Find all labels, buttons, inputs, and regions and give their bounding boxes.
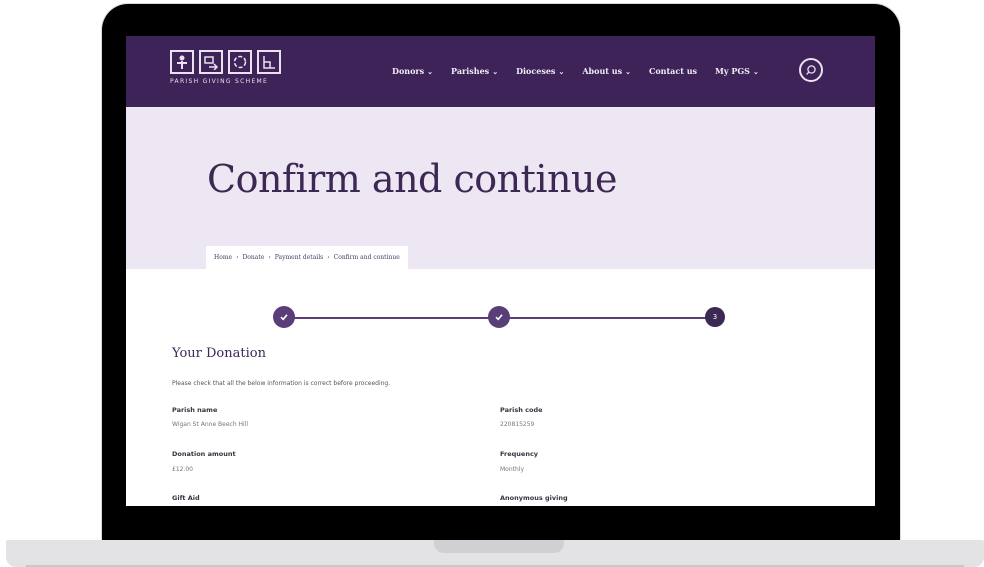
check-icon bbox=[495, 314, 503, 321]
page-hero: Confirm and continue Home › Donate › Pay… bbox=[126, 107, 875, 269]
chevron-down-icon: ⌄ bbox=[558, 66, 565, 76]
step-3-current: 3 bbox=[705, 307, 725, 327]
step-2-complete bbox=[488, 306, 510, 328]
nav-parishes[interactable]: Parishes ⌄ bbox=[451, 66, 498, 76]
laptop-base bbox=[6, 540, 984, 567]
chevron-down-icon: ⌄ bbox=[492, 66, 499, 76]
site-header: PARISH GIVING SCHEME Donors ⌄ Parishes ⌄ D… bbox=[126, 36, 875, 107]
donation-amount-label: Donation amount bbox=[172, 450, 236, 458]
frequency-value: Monthly bbox=[500, 466, 525, 473]
breadcrumb: Home › Donate › Payment details › Confir… bbox=[206, 246, 408, 269]
breadcrumb-separator: › bbox=[236, 254, 239, 261]
browser-screen: PARISH GIVING SCHEME Donors ⌄ Parishes ⌄ D… bbox=[126, 36, 875, 506]
logo-building-icon bbox=[257, 50, 281, 74]
logo-mark bbox=[170, 50, 300, 74]
progress-stepper: 3 bbox=[273, 306, 726, 330]
donation-heading: Your Donation bbox=[172, 346, 266, 361]
step-1-complete bbox=[273, 306, 295, 328]
nav-my-pgs[interactable]: My PGS ⌄ bbox=[715, 66, 759, 76]
page-title: Confirm and continue bbox=[207, 157, 617, 201]
check-icon bbox=[280, 314, 288, 321]
breadcrumb-payment-details[interactable]: Payment details bbox=[275, 254, 323, 261]
breadcrumb-home[interactable]: Home bbox=[214, 254, 232, 261]
breadcrumb-separator: › bbox=[327, 254, 330, 261]
laptop-base-notch bbox=[434, 540, 564, 553]
search-icon bbox=[806, 65, 816, 75]
nav-about-us[interactable]: About us ⌄ bbox=[582, 66, 631, 76]
gift-aid-label: Gift Aid bbox=[172, 494, 200, 502]
parish-giving-scheme-logo[interactable]: PARISH GIVING SCHEME bbox=[170, 50, 300, 94]
parish-code-value: 220815259 bbox=[500, 421, 535, 428]
chevron-down-icon: ⌄ bbox=[625, 66, 631, 76]
donation-intro: Please check that all the below informat… bbox=[172, 380, 391, 387]
logo-circle-icon bbox=[228, 50, 252, 74]
search-button[interactable] bbox=[799, 58, 823, 82]
nav-dioceses[interactable]: Dioceses ⌄ bbox=[516, 66, 564, 76]
frequency-label: Frequency bbox=[500, 450, 539, 458]
logo-wordmark: PARISH GIVING SCHEME bbox=[170, 78, 269, 85]
parish-name-value: Wigan St Anne Beech Hill bbox=[172, 421, 249, 428]
breadcrumb-donate[interactable]: Donate bbox=[243, 254, 265, 261]
breadcrumb-current: Confirm and continue bbox=[333, 254, 400, 261]
breadcrumb-separator: › bbox=[268, 254, 271, 261]
nav-donors[interactable]: Donors ⌄ bbox=[392, 66, 433, 76]
main-nav: Donors ⌄ Parishes ⌄ Dioceses ⌄ About us ⌄ Co… bbox=[392, 66, 777, 76]
logo-arrows-icon bbox=[199, 50, 223, 74]
logo-person-icon bbox=[170, 50, 194, 74]
nav-contact-us[interactable]: Contact us bbox=[649, 66, 697, 76]
parish-name-label: Parish name bbox=[172, 406, 218, 414]
donation-amount-value: £12.00 bbox=[172, 466, 193, 473]
chevron-down-icon: ⌄ bbox=[427, 66, 434, 76]
anonymous-giving-label: Anonymous giving bbox=[500, 494, 568, 502]
laptop-frame: PARISH GIVING SCHEME Donors ⌄ Parishes ⌄ D… bbox=[102, 4, 900, 544]
parish-code-label: Parish code bbox=[500, 406, 543, 414]
chevron-down-icon: ⌄ bbox=[752, 66, 759, 76]
